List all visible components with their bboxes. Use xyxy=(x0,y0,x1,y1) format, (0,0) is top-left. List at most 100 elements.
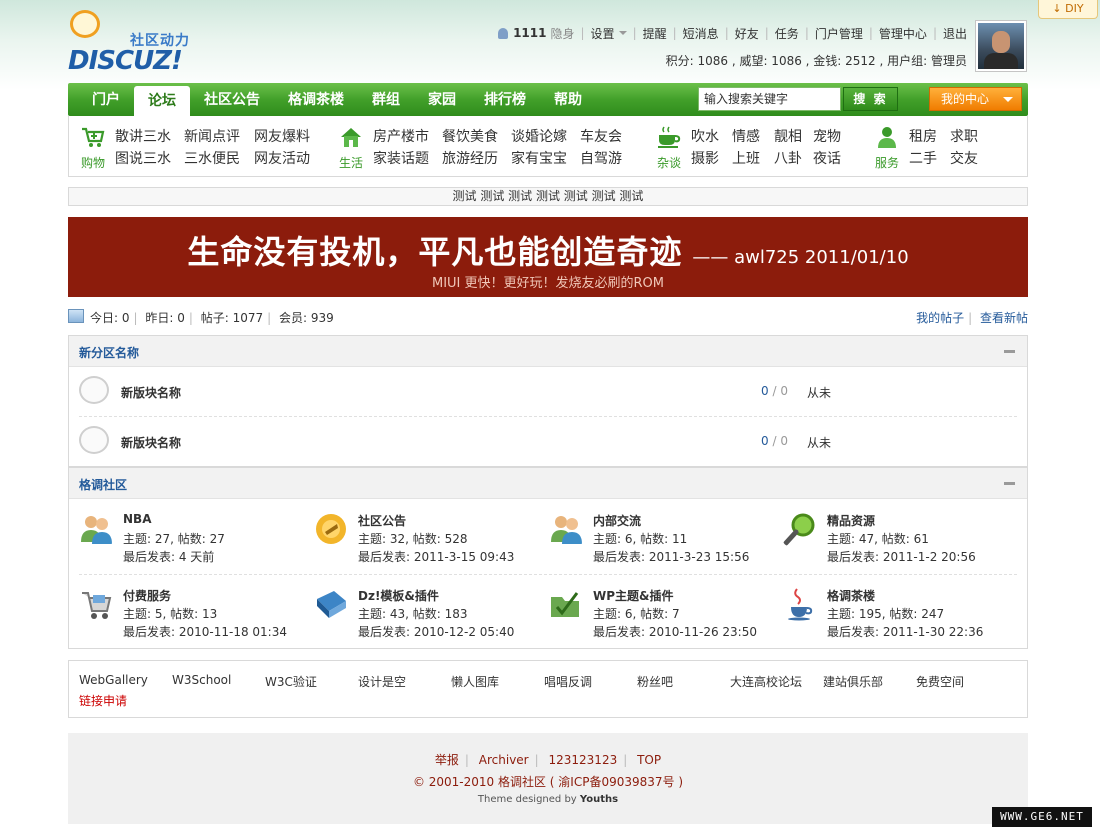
friend-link[interactable]: 大连高校论坛 xyxy=(730,673,802,690)
bulb-icon xyxy=(70,10,100,38)
logout-link[interactable]: 退出 xyxy=(943,25,967,42)
my-center-button[interactable]: 我的中心 xyxy=(929,87,1022,111)
friend-link[interactable]: 懒人图库 xyxy=(451,673,499,690)
user-credits[interactable]: 积分: 1086 , 威望: 1086 , 金钱: 2512 , 用户组: 管理… xyxy=(666,52,967,69)
forum-name[interactable]: 新版块名称 xyxy=(121,384,181,401)
subnav-link[interactable]: 吹水 xyxy=(691,126,719,146)
chevron-down-icon[interactable] xyxy=(618,31,627,35)
portal-admin-link[interactable]: 门户管理 xyxy=(815,25,863,42)
friends-link[interactable]: 好友 xyxy=(735,25,759,42)
archiver-link[interactable]: Archiver xyxy=(479,753,529,767)
subnav-link[interactable]: 自驾游 xyxy=(580,148,622,168)
forum-name[interactable]: NBA xyxy=(123,512,151,526)
subnav-link[interactable]: 散讲三水 xyxy=(115,126,171,146)
subnav-link[interactable]: 旅游经历 xyxy=(442,148,498,168)
subnav-link[interactable]: 新闻点评 xyxy=(184,126,240,146)
forum-stats: 主题: 6, 帖数: 11 xyxy=(593,532,688,546)
subnav-link[interactable]: 网友爆料 xyxy=(254,126,310,146)
nav-help[interactable]: 帮助 xyxy=(540,83,596,116)
category-new-section: 新分区名称 新版块名称 0 / 0 从未 新版块名称 0 / 0 从未 xyxy=(68,335,1028,467)
notice-link[interactable]: 提醒 xyxy=(643,25,667,42)
avatar[interactable] xyxy=(975,20,1027,72)
nav-home[interactable]: 家园 xyxy=(414,83,470,116)
forum-name[interactable]: 付费服务 xyxy=(123,587,171,604)
friend-link[interactable]: 建站俱乐部 xyxy=(823,673,883,690)
site-logo[interactable]: 社区动力 DISCUZ! xyxy=(68,8,203,76)
nav-groups[interactable]: 群组 xyxy=(358,83,414,116)
forum-name[interactable]: 格调茶楼 xyxy=(827,587,875,604)
nav-teahouse[interactable]: 格调茶楼 xyxy=(274,83,358,116)
admin-center-link[interactable]: 管理中心 xyxy=(879,25,927,42)
subnav-link[interactable]: 家有宝宝 xyxy=(511,148,567,168)
subnav-link[interactable]: 餐饮美食 xyxy=(442,126,498,146)
friend-link[interactable]: 设计是空 xyxy=(358,673,406,690)
pm-link[interactable]: 短消息 xyxy=(683,25,719,42)
forum-card: NBA 主题: 27, 帖数: 27 最后发表: 4 天前 xyxy=(79,512,309,572)
subnav-link[interactable]: 情感 xyxy=(732,126,760,146)
subnav-link[interactable]: 摄影 xyxy=(691,148,719,168)
stats-posts: 帖子: 1077 xyxy=(200,311,264,325)
forum-last-post: 最后发表: 2011-3-23 15:56 xyxy=(593,550,750,564)
subnav-link[interactable]: 三水便民 xyxy=(184,148,240,168)
subnav-link[interactable]: 网友活动 xyxy=(254,148,310,168)
my-posts-link[interactable]: 我的帖子 xyxy=(916,311,964,325)
nav-forum[interactable]: 论坛 xyxy=(134,86,190,116)
username-link[interactable]: 1111 xyxy=(513,26,546,40)
subnav-link[interactable]: 谈婚论嫁 xyxy=(511,126,567,146)
subnav-link[interactable]: 房产楼市 xyxy=(373,126,429,146)
forum-stats: 主题: 5, 帖数: 13 xyxy=(123,607,218,621)
friend-link[interactable]: WebGallery xyxy=(79,673,148,687)
invisible-status[interactable]: 隐身 xyxy=(550,25,574,42)
category-title[interactable]: 新分区名称 xyxy=(79,344,139,361)
search-button[interactable]: 搜 索 xyxy=(843,87,898,111)
forum-name[interactable]: WP主题&插件 xyxy=(593,587,674,604)
friend-link[interactable]: 免费空间 xyxy=(916,673,964,690)
subnav-link[interactable]: 二手 xyxy=(909,148,937,168)
subnav-link[interactable]: 交友 xyxy=(950,148,978,168)
subnav-link[interactable]: 八卦 xyxy=(774,148,802,168)
subnav-link[interactable]: 求职 xyxy=(950,126,978,146)
forum-last-post: 从未 xyxy=(807,436,832,450)
magnifier-icon xyxy=(783,513,815,546)
subnav-link[interactable]: 夜话 xyxy=(813,148,841,168)
subnav-link[interactable]: 宠物 xyxy=(813,126,841,146)
new-posts-link[interactable]: 查看新帖 xyxy=(980,311,1028,325)
forum-name[interactable]: 新版块名称 xyxy=(121,434,181,451)
subnav-link[interactable]: 靓相 xyxy=(774,126,802,146)
forum-bubble-icon xyxy=(79,376,109,404)
nav-portal[interactable]: 门户 xyxy=(78,83,134,116)
diy-button[interactable]: ↓ DIY xyxy=(1038,0,1098,19)
forum-row: 新版块名称 0 / 0 从未 xyxy=(79,367,1017,417)
settings-menu[interactable]: 设置 xyxy=(591,25,615,42)
custom-link[interactable]: 123123123 xyxy=(549,753,618,767)
forum-name[interactable]: 社区公告 xyxy=(358,512,406,529)
banner[interactable]: 生命没有投机，平凡也能创造奇迹 —— awl725 2011/01/10 MIUI… xyxy=(68,217,1028,297)
category-title[interactable]: 格调社区 xyxy=(79,476,127,493)
tea-cup-icon xyxy=(658,126,681,148)
tasks-link[interactable]: 任务 xyxy=(775,25,799,42)
forum-last-post: 最后发表: 2011-1-2 20:56 xyxy=(827,550,976,564)
forum-name[interactable]: 精品资源 xyxy=(827,512,875,529)
friend-link[interactable]: 唱唱反调 xyxy=(544,673,592,690)
collapse-icon[interactable] xyxy=(1004,350,1015,353)
announcement-bar[interactable]: 测试 测试 测试 测试 测试 测试 测试 xyxy=(68,187,1028,206)
top-link[interactable]: TOP xyxy=(637,753,661,767)
subnav-link[interactable]: 图说三水 xyxy=(115,148,171,168)
forum-name[interactable]: Dz!模板&插件 xyxy=(358,587,439,604)
friend-link[interactable]: 粉丝吧 xyxy=(637,673,673,690)
collapse-icon[interactable] xyxy=(1004,482,1015,485)
apply-link[interactable]: 链接申请 xyxy=(79,692,127,709)
subnav-link[interactable]: 租房 xyxy=(909,126,937,146)
nav-announcements[interactable]: 社区公告 xyxy=(190,83,274,116)
nav-ranking[interactable]: 排行榜 xyxy=(470,83,540,116)
friend-link[interactable]: W3C验证 xyxy=(265,673,317,690)
forum-name[interactable]: 内部交流 xyxy=(593,512,641,529)
footer-copyright[interactable]: © 2001-2010 格调社区 ( 渝ICP备09039837号 ) xyxy=(68,773,1028,790)
search-input[interactable]: 输入搜索关键字 xyxy=(698,87,841,111)
friend-link[interactable]: W3School xyxy=(172,673,231,687)
report-link[interactable]: 举报 xyxy=(435,753,459,767)
subnav-link[interactable]: 家装话题 xyxy=(373,148,429,168)
subnav-link[interactable]: 上班 xyxy=(732,148,760,168)
subnav-link[interactable]: 车友会 xyxy=(580,126,622,146)
forum-card: WP主题&插件 主题: 6, 帖数: 7 最后发表: 2010-11-26 23:… xyxy=(549,587,779,647)
